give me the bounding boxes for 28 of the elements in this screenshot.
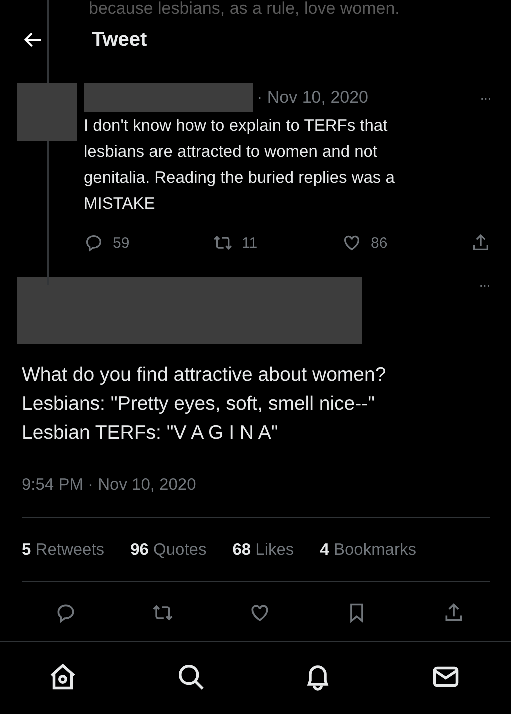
tweet-text: because lesbians, as a rule, love women. <box>88 0 401 20</box>
more-button[interactable]: ··· <box>480 90 491 106</box>
speech-bubble-icon <box>84 233 104 253</box>
like-button[interactable] <box>249 602 271 624</box>
tweet-timestamp: 9:54 PM · Nov 10, 2020 <box>22 476 490 518</box>
stat-link[interactable]: 4 Bookmarks <box>320 541 416 560</box>
share-icon <box>443 602 465 624</box>
reply-button[interactable]: 59 <box>84 233 144 253</box>
reply-button[interactable] <box>55 602 77 624</box>
more-button[interactable]: ··· <box>479 277 490 293</box>
stat-link[interactable]: 68 Likes <box>232 541 294 560</box>
heart-icon <box>249 602 271 624</box>
stat-link[interactable]: 5 Retweets <box>22 541 105 560</box>
share-button[interactable] <box>471 233 491 253</box>
home-icon <box>48 662 78 692</box>
tweet-text: What do you find attractive about women? Lesbians: "Pretty eyes, soft, smell nice--" Lesbian TERFs: "V A G I N A" <box>22 363 388 446</box>
tweet-text: I don't know how to explain to TERFs that lesbians are attracted to women and not genitalia. Reading the buried replies was a MISTAKE <box>84 116 396 215</box>
retweet-button[interactable]: 11 <box>213 233 273 253</box>
stat-link[interactable]: 96 Quotes <box>130 541 207 560</box>
like-button[interactable]: 86 <box>342 233 402 253</box>
share-button[interactable] <box>443 602 465 624</box>
home-tab[interactable] <box>48 662 78 692</box>
retweet-icon <box>213 233 233 253</box>
tweet-date: · Nov 10, 2020 <box>257 88 369 108</box>
share-icon <box>471 233 491 253</box>
speech-bubble-icon <box>55 602 77 624</box>
page-title: Tweet <box>92 28 148 52</box>
heart-icon <box>342 233 362 253</box>
